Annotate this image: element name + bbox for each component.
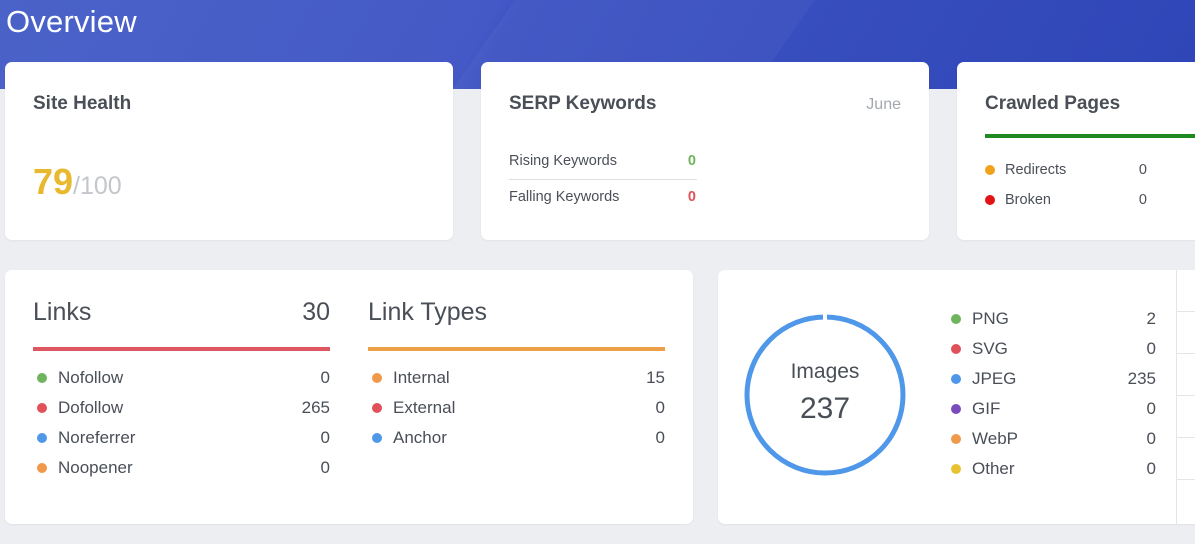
gif-value: 0 [1146,399,1156,418]
side-tick-2 [1177,353,1195,354]
side-tick-5 [1177,479,1195,480]
internal-value: 15 [646,368,665,387]
noopener-dot-icon [37,463,47,473]
dofollow-label: Dofollow [58,398,124,417]
side-tick-4 [1177,437,1195,438]
webp-value: 0 [1146,429,1156,448]
side-tick-3 [1177,395,1195,396]
serp-keywords-card[interactable]: SERP Keywords June Rising Keywords 0 Fal… [481,62,929,240]
webp-dot-icon [951,434,961,444]
gif-dot-icon [951,404,961,414]
images-row-jpeg: JPEG [951,369,1016,389]
link-types-row-external: External [372,398,455,418]
noopener-value: 0 [320,458,330,477]
noreferrer-dot-icon [37,433,47,443]
external-dot-icon [372,403,382,413]
crawled-pages-card[interactable]: Crawled Pages Redirects 0 Broken 0 [957,62,1195,240]
link-types-row-internal: Internal [372,368,450,388]
broken-dot-icon [985,195,995,205]
falling-keywords-label: Falling Keywords [509,189,620,205]
other-label: Other [972,459,1015,478]
broken-value: 0 [1138,192,1147,208]
redirects-dot-icon [985,165,995,175]
other-dot-icon [951,464,961,474]
crawled-row-redirects: Redirects [985,162,1066,178]
png-dot-icon [951,314,961,324]
jpeg-label: JPEG [972,369,1017,388]
links-total: 30 [302,298,330,326]
link-types-title: Link Types [368,298,488,326]
noopener-label: Noopener [58,458,133,477]
redirects-value: 0 [1138,162,1147,178]
links-bar [33,347,330,351]
site-health-score: 79/100 [33,162,122,206]
noreferrer-label: Noreferrer [58,428,136,447]
nofollow-label: Nofollow [58,368,124,387]
jpeg-dot-icon [951,374,961,384]
site-health-score-max: /100 [73,172,122,200]
dofollow-value: 265 [301,398,330,417]
images-row-webp: WebP [951,429,1018,449]
images-row-svg: SVG [951,339,1008,359]
redirects-label: Redirects [1005,162,1067,178]
links-row-noreferrer: Noreferrer [37,428,135,448]
link-types-row-anchor: Anchor [372,428,447,448]
png-label: PNG [972,309,1009,328]
dofollow-dot-icon [37,403,47,413]
images-label: Images [790,360,860,383]
gif-label: GIF [972,399,1001,418]
links-card[interactable]: Links 30 Nofollow 0 Dofollow 265 Norefer… [5,270,693,524]
nofollow-value: 0 [320,368,330,387]
internal-label: Internal [393,368,450,387]
svg-value: 0 [1146,339,1156,358]
images-row-gif: GIF [951,399,1000,419]
svg-dot-icon [951,344,961,354]
noreferrer-value: 0 [320,428,330,447]
external-label: External [393,398,456,417]
links-row-nofollow: Nofollow [37,368,123,388]
jpeg-value: 235 [1127,369,1156,388]
falling-keywords-value: 0 [687,189,696,205]
serp-divider [509,179,697,180]
side-tick-1 [1177,311,1195,312]
serp-keywords-title: SERP Keywords [509,93,657,114]
images-divider [1176,270,1177,524]
link-types-bar [368,347,665,351]
site-health-card[interactable]: Site Health 79/100 [5,62,453,240]
internal-dot-icon [372,373,382,383]
links-row-noopener: Noopener [37,458,133,478]
crawled-pages-title: Crawled Pages [985,93,1121,114]
webp-label: WebP [972,429,1018,448]
site-health-score-value: 79 [33,161,74,202]
svg-label: SVG [972,339,1008,358]
other-value: 0 [1146,459,1156,478]
images-card[interactable]: Images 237 PNG 2 SVG 0 JPEG 235 GIF 0 We… [718,270,1195,524]
rising-keywords-value: 0 [687,153,696,169]
external-value: 0 [655,398,665,417]
crawled-row-broken: Broken [985,192,1051,208]
anchor-value: 0 [655,428,665,447]
site-health-title: Site Health [33,93,132,114]
rising-keywords-label: Rising Keywords [509,153,617,169]
links-row-dofollow: Dofollow [37,398,123,418]
broken-label: Broken [1005,192,1051,208]
crawled-pages-bar [985,134,1195,138]
page-title: Overview [6,4,137,39]
nofollow-dot-icon [37,373,47,383]
anchor-label: Anchor [393,428,447,447]
images-total: 237 [799,392,851,425]
images-row-other: Other [951,459,1015,479]
images-row-png: PNG [951,309,1009,329]
serp-period: June [866,96,901,113]
links-title: Links [33,298,92,326]
images-ring-gap [823,313,827,322]
anchor-dot-icon [372,433,382,443]
png-value: 2 [1146,309,1156,328]
